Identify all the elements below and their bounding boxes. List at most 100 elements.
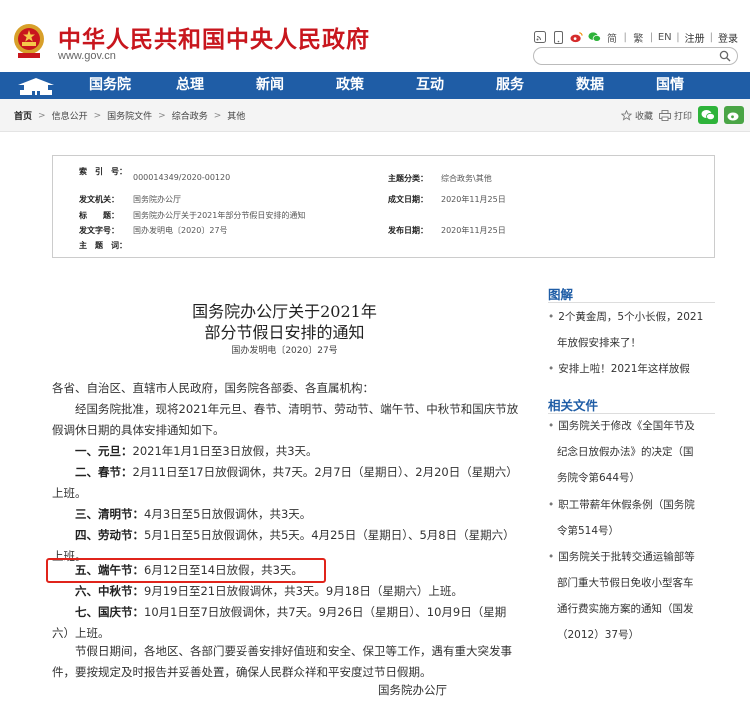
- article-intro-line2: 假调休日期的具体安排通知如下。: [52, 423, 225, 437]
- lang-traditional-link[interactable]: 繁: [632, 31, 645, 45]
- sidebar-item-label: 国务院关于修改《全国年节及: [558, 420, 695, 432]
- meta-index-label: 索 引 号：: [79, 167, 127, 176]
- nav-item-data[interactable]: 数据: [550, 72, 630, 99]
- breadcrumb-separator: >: [93, 110, 102, 121]
- search-input[interactable]: [542, 52, 722, 69]
- holiday-name: 三、清明节：: [75, 507, 144, 521]
- site-title[interactable]: 中华人民共和国中央人民政府: [58, 20, 370, 54]
- divider: [548, 302, 715, 303]
- mobile-icon[interactable]: [552, 30, 565, 44]
- meta-publish-value: 2020年11月25日: [441, 226, 506, 235]
- breadcrumb-info-disclosure[interactable]: 信息公开: [52, 109, 88, 122]
- breadcrumb-bar: 首页 > 信息公开 > 国务院文件 > 综合政务 > 其他 收藏 打印: [0, 99, 750, 132]
- national-emblem-icon[interactable]: [12, 22, 46, 60]
- nav-item-premier[interactable]: 总理: [150, 72, 230, 99]
- lang-english-link[interactable]: EN: [658, 31, 672, 44]
- holiday-name: 四、劳动节：: [75, 528, 144, 542]
- holiday-detail: 4月3日至5日放假调休，共3天。: [144, 507, 312, 521]
- sidebar-item-label: （2012）37号）: [557, 629, 640, 641]
- sidebar-item-label: 年放假安排来了！: [557, 337, 641, 349]
- sidebar-item-label: 纪念日放假办法》的决定（国: [557, 446, 694, 458]
- divider: |: [709, 31, 713, 43]
- breadcrumb-separator: >: [213, 110, 222, 121]
- holiday-name: 七、国庆节：: [75, 605, 144, 619]
- meta-date-label: 成文日期：: [388, 195, 428, 204]
- sidebar-graphic-item[interactable]: • 安排上啦！2021年这样放假: [548, 356, 718, 382]
- meta-title-value: 国务院办公厅关于2021年部分节假日安排的通知: [133, 211, 306, 220]
- breadcrumb-general-affairs[interactable]: 综合政务: [172, 109, 208, 122]
- sidebar-related-title[interactable]: 相关文件: [548, 395, 598, 414]
- holiday-national-day: 七、国庆节：10月1日至7日放假调休，共7天。9月26日（星期日）、10月9日（…: [52, 602, 520, 623]
- holiday-name: 六、中秋节：: [75, 584, 144, 598]
- divider: |: [623, 31, 627, 43]
- holiday-name: 一、元旦：: [75, 444, 133, 458]
- meta-issuer-label: 发文机关：: [79, 195, 119, 204]
- holiday-detail: 9月19日至21日放假调休，共3天。9月18日（星期六）上班。: [144, 584, 463, 598]
- nav-item-interaction[interactable]: 互动: [390, 72, 470, 99]
- weibo-icon[interactable]: [569, 31, 583, 44]
- sidebar-graphic-item[interactable]: • 2个黄金周，5个小长假，2021 年放假安排来了！: [548, 304, 718, 356]
- login-link[interactable]: 登录: [718, 30, 738, 45]
- breadcrumb-separator: >: [158, 110, 166, 121]
- wechat-icon[interactable]: [587, 31, 601, 44]
- register-link[interactable]: 注册: [685, 30, 705, 45]
- search-box: [533, 47, 738, 69]
- breadcrumb: 首页 > 信息公开 > 国务院文件 > 综合政务 > 其他: [14, 109, 245, 123]
- bullet-icon: •: [548, 311, 555, 323]
- sidebar-item-label: 安排上啦！2021年这样放假: [558, 363, 690, 375]
- nav-item-news[interactable]: 新闻: [230, 72, 310, 99]
- nav-item-state-council[interactable]: 国务院: [70, 72, 150, 99]
- breadcrumb-state-council-docs[interactable]: 国务院文件: [107, 109, 152, 122]
- meta-docnum-value: 国办发明电〔2020〕27号: [133, 226, 228, 235]
- breadcrumb-home[interactable]: 首页: [14, 109, 32, 122]
- nav-item-services[interactable]: 服务: [470, 72, 550, 99]
- article-salutation: 各省、自治区、直辖市人民政府，国务院各部委、各直属机构：: [52, 381, 374, 395]
- lang-simplified-link[interactable]: 简: [606, 31, 619, 45]
- sidebar-item-label: 务院令第644号）: [557, 472, 641, 484]
- meta-date-value: 2020年11月25日: [441, 195, 506, 204]
- wechat-share-icon[interactable]: [698, 106, 718, 124]
- meta-topic-value: 综合政务\其他: [441, 174, 492, 183]
- meta-keyword-label: 主 题 词：: [79, 241, 127, 250]
- favorite-label: 收藏: [634, 111, 653, 122]
- print-label: 打印: [673, 111, 692, 122]
- bullet-icon: •: [548, 420, 555, 432]
- holiday-detail: 2月11日至17日放假调休，共7天。2月7日（星期日）、2月20日（星期六）: [132, 465, 518, 479]
- article-intro-line1: 经国务院批准，现将2021年元旦、春节、清明节、劳动节、端午节、中秋节和国庆节放: [75, 402, 519, 416]
- breadcrumb-other[interactable]: 其他: [227, 109, 245, 122]
- tiananmen-logo-icon[interactable]: [14, 75, 58, 97]
- site-url[interactable]: www.gov.cn: [58, 50, 116, 62]
- holiday-detail: 10月1日至7日放假调休，共7天。9月26日（星期日）、10月9日（星期: [144, 605, 507, 619]
- top-links: 简 | 繁 | EN | 注册 | 登录: [534, 29, 738, 45]
- weibo-share-icon[interactable]: [724, 106, 744, 124]
- holiday-detail: 5月1日至5日放假调休，共5天。4月25日（星期日）、5月8日（星期六）: [144, 528, 515, 542]
- article-doc-number: 国办发明电〔2020〕27号: [231, 346, 338, 356]
- search-icon[interactable]: [719, 50, 731, 62]
- article-title-line2: 部分节假日安排的通知: [204, 323, 365, 342]
- print-button[interactable]: 打印: [659, 109, 692, 122]
- sidebar-item-label: 令第514号）: [557, 525, 620, 537]
- meta-publish-label: 发布日期：: [388, 226, 428, 235]
- share-tools: 收藏 打印: [620, 106, 744, 124]
- article-signature: 国务院办公厅: [378, 683, 447, 697]
- sidebar-item-label: 部门重大节假日免收小型客车: [557, 577, 694, 589]
- holiday-mid-autumn: 六、中秋节：9月19日至21日放假调休，共3天。9月18日（星期六）上班。: [52, 581, 520, 602]
- nav-item-national-info[interactable]: 国情: [630, 72, 710, 99]
- star-icon: [620, 109, 632, 121]
- bullet-icon: •: [548, 363, 555, 375]
- rss-icon[interactable]: [534, 31, 547, 44]
- favorite-button[interactable]: 收藏: [620, 109, 653, 122]
- sidebar-item-label: 职工带薪年休假条例（国务院: [558, 499, 695, 511]
- meta-index-value: 000014349/2020-00120: [133, 173, 231, 182]
- meta-docnum-label: 发文字号：: [79, 226, 119, 235]
- sidebar-item-label: 通行费实施方案的通知（国发: [557, 603, 694, 615]
- holiday-labor-day: 四、劳动节：5月1日至5日放假调休，共5天。4月25日（星期日）、5月8日（星期…: [52, 525, 520, 546]
- holiday-qingming: 三、清明节：4月3日至5日放假调休，共3天。: [52, 504, 520, 525]
- sidebar-related-item[interactable]: • 国务院关于修改《全国年节及 纪念日放假办法》的决定（国 务院令第644号）: [548, 413, 718, 491]
- nav-item-policy[interactable]: 政策: [310, 72, 390, 99]
- document-meta-table: 索 引 号： 000014349/2020-00120 主题分类： 综合政务\其…: [52, 155, 715, 258]
- sidebar-related-item[interactable]: • 国务院关于批转交通运输部等 部门重大节假日免收小型客车 通行费实施方案的通知（…: [548, 544, 718, 648]
- sidebar-related-item[interactable]: • 职工带薪年休假条例（国务院 令第514号）: [548, 492, 718, 544]
- meta-topic-label: 主题分类：: [388, 174, 428, 183]
- sidebar-graphic-title[interactable]: 图解: [548, 284, 573, 303]
